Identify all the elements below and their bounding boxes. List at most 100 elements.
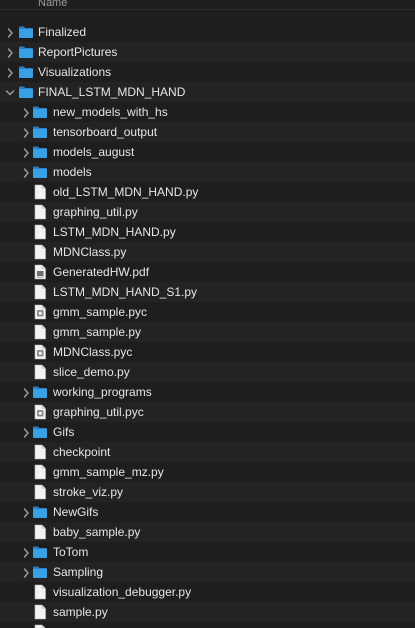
item-name: Gifs <box>53 425 75 439</box>
folder-row[interactable]: Finalized <box>0 22 415 42</box>
disclosure-chevron-right-icon[interactable] <box>21 106 31 118</box>
disclosure-chevron-right-icon[interactable] <box>21 126 31 138</box>
file-row[interactable]: sample.py <box>0 602 415 622</box>
folder-row[interactable]: Gifs <box>0 422 415 442</box>
file-row[interactable]: graphing_util.pyc <box>0 402 415 422</box>
item-name: slice_demo.py <box>53 365 130 379</box>
disclosure-chevron-right-icon[interactable] <box>5 26 15 38</box>
item-name: GeneratedHW.pdf <box>53 265 150 279</box>
item-name: Sampling <box>53 565 104 579</box>
document-icon <box>32 244 48 260</box>
folder-icon <box>32 384 48 400</box>
item-name: MDNClass.pyc <box>53 345 133 359</box>
column-header[interactable]: Name <box>0 0 415 10</box>
file-row[interactable]: stroke_viz.py <box>0 482 415 502</box>
file-row[interactable]: MDNClass.py <box>0 242 415 262</box>
folder-icon <box>18 84 34 100</box>
folder-icon <box>32 164 48 180</box>
file-row[interactable]: checkpoint <box>0 442 415 462</box>
document-icon <box>32 224 48 240</box>
document-icon <box>32 524 48 540</box>
item-name: baby_sample.py <box>53 525 141 539</box>
name-column-header[interactable]: Name <box>38 0 67 9</box>
folder-row[interactable]: Visualizations <box>0 62 415 82</box>
disclosure-chevron-down-icon[interactable] <box>5 86 15 98</box>
file-row[interactable]: gmm_sample.pyc <box>0 302 415 322</box>
item-name: Finalized <box>38 25 87 39</box>
document-icon <box>32 604 48 620</box>
folder-row[interactable]: FINAL_LSTM_MDN_HAND <box>0 82 415 102</box>
document-icon <box>32 584 48 600</box>
folder-row[interactable]: Sampling <box>0 562 415 582</box>
document-icon <box>32 364 48 380</box>
item-name: Visualizations <box>38 65 112 79</box>
disclosure-chevron-right-icon[interactable] <box>21 386 31 398</box>
item-name: gmm_sample.py <box>53 325 142 339</box>
folder-row[interactable]: tensorboard_output <box>0 122 415 142</box>
disclosure-chevron-right-icon[interactable] <box>5 46 15 58</box>
folder-icon <box>18 64 34 80</box>
disclosure-chevron-right-icon[interactable] <box>21 166 31 178</box>
file-row[interactable] <box>0 622 415 628</box>
file-row[interactable]: GeneratedHW.pdf <box>0 262 415 282</box>
file-row[interactable]: old_LSTM_MDN_HAND.py <box>0 182 415 202</box>
item-name: NewGifs <box>53 505 99 519</box>
file-row[interactable]: graphing_util.py <box>0 202 415 222</box>
folder-row[interactable]: models_august <box>0 142 415 162</box>
item-name: working_programs <box>53 385 152 399</box>
folder-icon <box>18 44 34 60</box>
folder-icon <box>32 124 48 140</box>
disclosure-chevron-right-icon[interactable] <box>21 506 31 518</box>
item-name: models <box>53 165 92 179</box>
folder-row[interactable]: ReportPictures <box>0 42 415 62</box>
item-name: FINAL_LSTM_MDN_HAND <box>38 85 186 99</box>
document-icon <box>32 204 48 220</box>
item-name: graphing_util.pyc <box>53 405 144 419</box>
folder-icon <box>32 504 48 520</box>
folder-row[interactable]: NewGifs <box>0 502 415 522</box>
folder-row[interactable]: ToTom <box>0 542 415 562</box>
folder-icon <box>32 104 48 120</box>
folder-icon <box>32 564 48 580</box>
folder-row[interactable]: working_programs <box>0 382 415 402</box>
item-name: stroke_viz.py <box>53 485 124 499</box>
disclosure-chevron-right-icon[interactable] <box>21 426 31 438</box>
document-icon <box>32 324 48 340</box>
item-name: sample.py <box>53 605 108 619</box>
file-row[interactable]: LSTM_MDN_HAND.py <box>0 222 415 242</box>
document-icon <box>32 184 48 200</box>
document-icon <box>32 284 48 300</box>
item-name: tensorboard_output <box>53 125 158 139</box>
folder-row[interactable]: new_models_with_hs <box>0 102 415 122</box>
file-row[interactable]: MDNClass.pyc <box>0 342 415 362</box>
file-row[interactable]: visualization_debugger.py <box>0 582 415 602</box>
item-name: LSTM_MDN_HAND.py <box>53 225 176 239</box>
disclosure-chevron-right-icon[interactable] <box>5 66 15 78</box>
document-icon <box>32 444 48 460</box>
item-name: visualization_debugger.py <box>53 585 192 599</box>
disclosure-chevron-right-icon[interactable] <box>21 146 31 158</box>
disclosure-chevron-right-icon[interactable] <box>21 566 31 578</box>
file-row[interactable]: slice_demo.py <box>0 362 415 382</box>
item-name: new_models_with_hs <box>53 105 168 119</box>
file-list: Finalized ReportPictures Visualizations FIN… <box>0 22 415 628</box>
file-row[interactable]: LSTM_MDN_HAND_S1.py <box>0 282 415 302</box>
item-name: models_august <box>53 145 135 159</box>
item-name: LSTM_MDN_HAND_S1.py <box>53 285 198 299</box>
folder-icon <box>32 424 48 440</box>
item-name: gmm_sample.pyc <box>53 305 148 319</box>
item-name: graphing_util.py <box>53 205 138 219</box>
item-name: checkpoint <box>53 445 111 459</box>
finder-window: Name Finalized ReportPictures Visualizatio… <box>0 0 415 628</box>
file-row[interactable]: baby_sample.py <box>0 522 415 542</box>
disclosure-chevron-right-icon[interactable] <box>21 546 31 558</box>
folder-row[interactable]: models <box>0 162 415 182</box>
file-row[interactable]: gmm_sample.py <box>0 322 415 342</box>
pdf-file-icon <box>32 264 48 280</box>
folder-icon <box>32 144 48 160</box>
file-row[interactable]: gmm_sample_mz.py <box>0 462 415 482</box>
item-name: old_LSTM_MDN_HAND.py <box>53 185 199 199</box>
compiled-file-icon <box>32 344 48 360</box>
compiled-file-icon <box>32 404 48 420</box>
document-icon <box>32 484 48 500</box>
